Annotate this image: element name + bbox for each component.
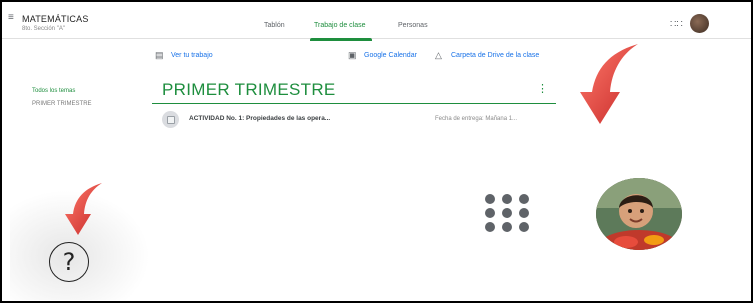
assignment-title[interactable]: ACTIVIDAD No. 1: Propiedades de las oper…: [189, 115, 330, 122]
drive-icon: △: [435, 50, 442, 60]
tab-people[interactable]: Personas: [398, 22, 428, 29]
user-avatar-large: [596, 178, 682, 250]
topic-title: PRIMER TRIMESTRE: [162, 80, 336, 99]
assignment-due-date: Fecha de entrega: Mañana 1...: [435, 116, 518, 122]
view-work-icon: ▤: [155, 50, 164, 60]
sidebar-item-primer-trimestre[interactable]: PRIMER TRIMESTRE: [32, 101, 92, 107]
class-section: 8to. Sección "A": [22, 26, 65, 32]
apps-grid-icon[interactable]: ∷∷: [670, 19, 683, 30]
assignment-icon: [162, 111, 179, 128]
topic-divider: [152, 103, 556, 104]
help-icon[interactable]: ?: [49, 242, 89, 282]
red-arrow-icon: [580, 44, 638, 124]
top-bar: ≡ MATEMÁTICAS 8to. Sección "A" Tablón Tr…: [2, 2, 751, 41]
sidebar-item-all-topics[interactable]: Todos los temas: [32, 88, 75, 94]
calendar-icon: ▣: [348, 50, 357, 60]
class-title[interactable]: MATEMÁTICAS: [22, 14, 89, 24]
tab-classwork[interactable]: Trabajo de clase: [314, 22, 366, 29]
tab-stream[interactable]: Tablón: [264, 22, 285, 29]
red-arrow-small-icon: [65, 183, 102, 235]
menu-icon[interactable]: ≡: [8, 12, 14, 23]
user-avatar[interactable]: [690, 14, 709, 33]
apps-grid-icon-large: [485, 194, 533, 236]
view-work-link[interactable]: Ver tu trabajo: [171, 52, 213, 59]
drive-folder-link[interactable]: Carpeta de Drive de la clase: [451, 52, 539, 59]
google-calendar-link[interactable]: Google Calendar: [364, 52, 417, 59]
active-tab-indicator: [310, 38, 372, 41]
topic-more-icon[interactable]: ⋮: [537, 82, 548, 95]
